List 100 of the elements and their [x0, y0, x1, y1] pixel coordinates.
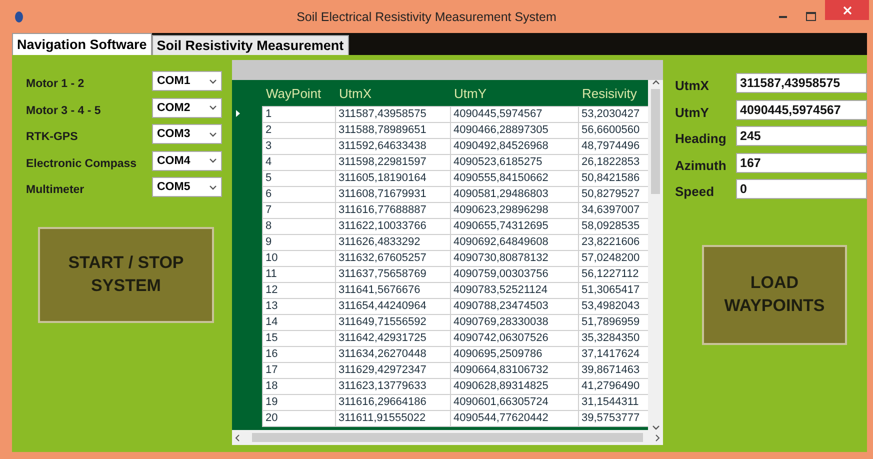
window-title: Soil Electrical Resistivity Measurement System — [296, 10, 558, 24]
chevron-icon — [209, 184, 217, 190]
table-cell: 311629,42972347 — [335, 362, 450, 378]
table-cell: 50,8279527 — [578, 186, 648, 202]
readout-label: Heading — [675, 130, 728, 146]
column-header[interactable]: UtmY — [450, 80, 578, 106]
table-cell: 4090695,2509786 — [450, 346, 578, 362]
table-cell: 4090628,89314825 — [450, 378, 578, 394]
port-dropdown[interactable]: COM3 — [152, 124, 222, 144]
table-cell: 34,6397007 — [578, 202, 648, 218]
table-cell: 15 — [262, 330, 335, 346]
table-cell: 7 — [262, 202, 335, 218]
table-cell: 4090544,77620442 — [450, 410, 578, 426]
chevron-icon — [209, 158, 217, 164]
table-cell: 17 — [262, 362, 335, 378]
table-cell: 31,1544311 — [578, 394, 648, 410]
table-cell: 4090445,5974567 — [450, 106, 578, 122]
port-label: Motor 1 - 2 — [26, 77, 84, 90]
table-cell: 39,8671463 — [578, 362, 648, 378]
scrollbar-thumb[interactable] — [651, 89, 660, 194]
table-cell: 311592,64633438 — [335, 138, 450, 154]
table-cell: 57,0248200 — [578, 250, 648, 266]
table-cell: 311611,91555022 — [335, 410, 450, 426]
table-cell: 311622,10033766 — [335, 218, 450, 234]
row-pointer-icon — [236, 110, 240, 117]
table-cell: 6 — [262, 186, 335, 202]
tab[interactable]: Soil Resistivity Measurement — [152, 35, 349, 55]
table-cell: 50,8421586 — [578, 170, 648, 186]
table-cell: 4090742,06307526 — [450, 330, 578, 346]
chevron-icon — [209, 105, 217, 110]
maximize-icon — [806, 12, 816, 21]
tab[interactable]: Navigation Software — [12, 33, 152, 55]
table-cell: 20 — [262, 410, 335, 426]
table-cell: 311608,71679931 — [335, 186, 450, 202]
readout-field[interactable]: 167 — [736, 152, 867, 173]
readout-field[interactable]: 245 — [736, 126, 867, 146]
table-cell: 311637,75658769 — [335, 266, 450, 282]
app-icon — [14, 10, 24, 22]
table-cell: 311587,43958575 — [335, 106, 450, 122]
table-cell: 311616,77688887 — [335, 202, 450, 218]
table-cell: 4090759,00303756 — [450, 266, 578, 282]
right-chevron-icon — [655, 434, 660, 442]
table-cell: 53,2030427 — [578, 106, 648, 122]
table-cell: 8 — [262, 218, 335, 234]
table-cell: 4090692,64849608 — [450, 234, 578, 250]
readout-field[interactable]: 4090445,5974567 — [736, 100, 867, 120]
minimize-icon — [779, 16, 787, 18]
close-button[interactable] — [825, 0, 869, 20]
table-cell: 4090788,23474503 — [450, 298, 578, 314]
readout-label: UtmY — [675, 104, 710, 120]
port-dropdown[interactable]: COM2 — [152, 98, 222, 118]
table-cell: 2 — [262, 122, 335, 138]
column-header[interactable]: UtmX — [335, 80, 450, 106]
table-cell: 19 — [262, 394, 335, 410]
horizontal-scrollbar[interactable] — [232, 430, 663, 445]
column-header[interactable]: Resisivity — [578, 80, 648, 106]
table-cell: 311654,44240964 — [335, 298, 450, 314]
table-cell: 35,3284350 — [578, 330, 648, 346]
start-stop-button[interactable]: START / STOP SYSTEM — [38, 226, 214, 322]
table-cell: 58,0928535 — [578, 218, 648, 234]
table-cell: 311649,71556592 — [335, 314, 450, 330]
table-cell: 26,1822853 — [578, 154, 648, 170]
vertical-scrollbar[interactable] — [648, 80, 663, 430]
table-cell: 23,8221606 — [578, 234, 648, 250]
table-cell: 13 — [262, 298, 335, 314]
port-dropdown[interactable]: COM1 — [152, 71, 222, 92]
table-cell: 9 — [262, 234, 335, 250]
table-cell: 39,5753777 — [578, 410, 648, 426]
port-label: RTK-GPS — [26, 130, 78, 144]
port-dropdown[interactable]: COM4 — [152, 150, 222, 171]
table-cell: 48,7974496 — [578, 138, 648, 154]
close-icon — [842, 6, 852, 14]
table-cell: 4090581,29486803 — [450, 186, 578, 202]
table-cell: 4090664,83106732 — [450, 362, 578, 378]
table-cell: 311623,13779633 — [335, 378, 450, 394]
table-cell: 11 — [262, 266, 335, 282]
table-cell: 41,2796490 — [578, 378, 648, 394]
table-cell: 311598,22981597 — [335, 154, 450, 170]
table-cell: 4090623,29896298 — [450, 202, 578, 218]
table-cell: 4 — [262, 154, 335, 170]
table-cell: 311616,29664186 — [335, 394, 450, 410]
table-cell: 311605,18190164 — [335, 170, 450, 186]
table-cell: 10 — [262, 250, 335, 266]
port-label: Motor 3 - 4 - 5 — [26, 104, 101, 117]
table-cell: 14 — [262, 314, 335, 330]
table-cell: 4090466,28897305 — [450, 122, 578, 138]
table-cell: 311626,4833292 — [335, 234, 450, 250]
table-cell: 51,7896959 — [578, 314, 648, 330]
readout-field[interactable]: 311587,43958575 — [736, 73, 867, 94]
table-cell: 311588,78989651 — [335, 122, 450, 138]
table-cell: 311641,5676676 — [335, 282, 450, 298]
port-dropdown[interactable]: COM5 — [152, 177, 222, 198]
table-cell: 56,1227112 — [578, 266, 648, 282]
table-cell: 311634,26270448 — [335, 346, 450, 362]
readout-field[interactable]: 0 — [736, 179, 867, 200]
load-waypoints-button[interactable]: LOAD WAYPOINTS — [702, 244, 847, 344]
table-cell: 3 — [262, 138, 335, 154]
scrollbar-thumb[interactable] — [252, 433, 643, 442]
column-header[interactable]: WayPoint — [262, 80, 335, 106]
port-label: Multimeter — [26, 183, 84, 196]
